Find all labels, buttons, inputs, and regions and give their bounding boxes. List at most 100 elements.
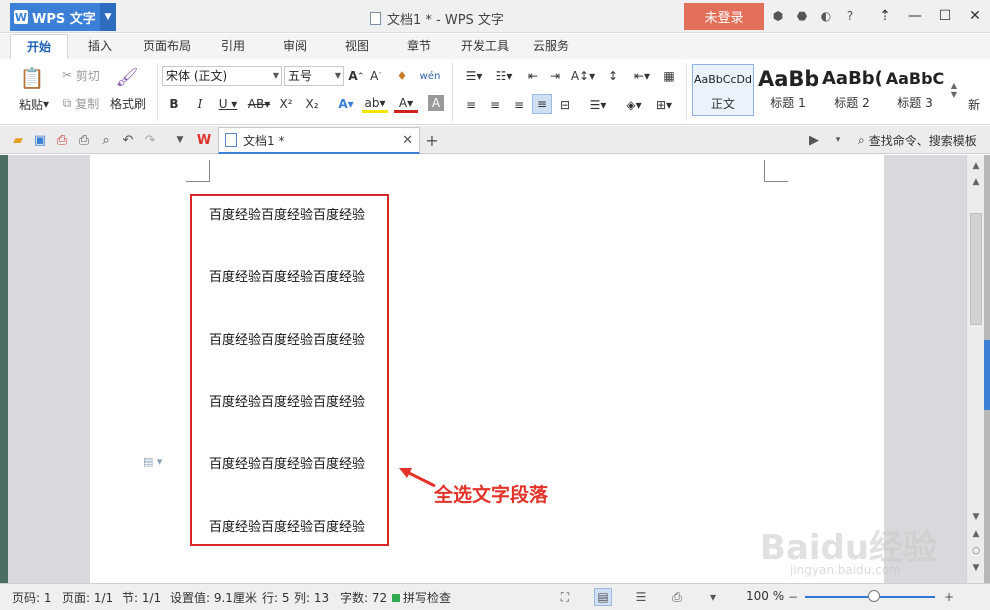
print-icon[interactable]: ⎙	[76, 132, 92, 148]
pinyin-guide-icon[interactable]: wén	[418, 65, 442, 87]
strikethrough-icon[interactable]: AB▾	[244, 95, 274, 113]
export-pdf-icon[interactable]: ⎙	[54, 132, 70, 148]
shrink-font-icon[interactable]: Aˇ	[368, 67, 384, 85]
minimize-button[interactable]: —	[900, 3, 930, 29]
clear-format-icon[interactable]: ♦	[394, 67, 410, 85]
decrease-indent-icon[interactable]: ⇤	[524, 67, 542, 85]
sort-icon[interactable]: ↕	[604, 67, 622, 85]
distribute-icon[interactable]: ⊟	[556, 96, 574, 114]
feedback-icon[interactable]: ◐	[816, 6, 836, 26]
scroll-up-icon[interactable]: ▲	[967, 159, 985, 173]
maximize-button[interactable]: ☐	[930, 3, 960, 29]
tab-document[interactable]: 文档1 * ✕	[218, 127, 420, 154]
status-setting[interactable]: 设置值: 9.1厘米	[170, 589, 257, 606]
justify-icon[interactable]: ≡	[532, 94, 552, 114]
style-heading-1[interactable]: AaBb 标题 1	[758, 64, 818, 116]
tab-page-layout[interactable]: 页面布局	[136, 34, 198, 59]
upload-icon[interactable]: ⇡	[870, 3, 900, 29]
cut-button[interactable]: ✂ 剪切	[58, 66, 104, 84]
document-line[interactable]: 百度经验百度经验百度经验	[209, 391, 365, 410]
app-menu-button[interactable]: W WPS 文字 ▼	[10, 3, 116, 31]
document-line[interactable]: 百度经验百度经验百度经验	[209, 516, 365, 535]
spell-check-button[interactable]: 拼写检查	[392, 589, 451, 606]
paragraph-menu-icon[interactable]: ▤ ▾	[143, 455, 162, 468]
tab-review[interactable]: 审阅	[270, 34, 320, 59]
style-normal[interactable]: AaBbCcDd 正文	[692, 64, 754, 116]
collapse-ribbon-icon[interactable]: ▾	[830, 132, 846, 148]
save-icon[interactable]: ▣	[32, 132, 48, 148]
chevron-down-icon[interactable]: ▼	[100, 3, 116, 31]
close-button[interactable]: ✕	[960, 3, 990, 29]
italic-icon[interactable]: I	[192, 95, 208, 113]
outline-view-icon[interactable]: ☰	[632, 588, 650, 606]
highlight-icon[interactable]: ab▾	[362, 95, 388, 113]
web-view-icon[interactable]: ⎙	[668, 588, 686, 606]
underline-icon[interactable]: U ▾	[214, 95, 242, 113]
command-search[interactable]: ⌕ 查找命令、搜索模板	[858, 132, 977, 149]
increase-indent-icon[interactable]: ⇥	[546, 67, 564, 85]
grow-font-icon[interactable]: A ^	[348, 67, 364, 85]
char-scale-icon[interactable]: A↕▾	[570, 67, 596, 85]
tab-insert[interactable]: 插入	[74, 34, 126, 59]
tab-references[interactable]: 引用	[208, 34, 258, 59]
fullscreen-icon[interactable]: ⛶	[556, 588, 574, 606]
font-color-icon[interactable]: A▾	[394, 95, 418, 113]
scroll-down-icon[interactable]: ▼	[967, 510, 985, 524]
close-tab-icon[interactable]: ✕	[402, 133, 413, 148]
format-painter-button[interactable]: 格式刷	[108, 94, 148, 112]
undo-icon[interactable]: ↶	[120, 132, 136, 148]
shading-icon[interactable]: ◈▾	[620, 96, 648, 114]
numbering-icon[interactable]: ☷▾	[490, 67, 518, 85]
bold-icon[interactable]: B	[166, 95, 182, 113]
skin-icon[interactable]: ⬢	[768, 6, 788, 26]
next-page-icon[interactable]: ▼	[967, 561, 985, 575]
document-line[interactable]: 百度经验百度经验百度经验	[209, 329, 365, 348]
brush-icon[interactable]: 🖌	[112, 65, 142, 89]
wps-home-icon[interactable]: W	[196, 132, 212, 148]
new-style-button[interactable]: 新	[964, 95, 984, 113]
document-line[interactable]: 百度经验百度经验百度经验	[209, 204, 365, 223]
tab-home[interactable]: 开始	[10, 34, 68, 59]
zoom-slider-handle[interactable]	[868, 590, 880, 602]
scrollbar-thumb[interactable]	[970, 213, 982, 325]
login-button[interactable]: 未登录	[684, 3, 764, 30]
character-shading-icon[interactable]: A	[428, 95, 444, 111]
customize-toolbar-icon[interactable]: ▼	[172, 132, 188, 148]
zoom-out-icon[interactable]: −	[784, 588, 802, 606]
tab-developer[interactable]: 开发工具	[454, 34, 516, 59]
document-line[interactable]: 百度经验百度经验百度经验	[209, 266, 365, 285]
open-icon[interactable]: ▰	[10, 132, 26, 148]
status-word-count[interactable]: 字数: 72	[340, 589, 387, 606]
document-line[interactable]: 百度经验百度经验百度经验	[209, 453, 365, 472]
vertical-scrollbar[interactable]: ▲ ▲ ▼ ▲ ○ ▼	[966, 155, 984, 583]
text-effect-icon[interactable]: A▾	[334, 95, 358, 113]
align-center-icon[interactable]: ≡	[486, 96, 504, 114]
settings-icon[interactable]: ⬣	[792, 6, 812, 26]
paste-button[interactable]: 粘贴 ▾	[14, 95, 54, 113]
tab-chapter[interactable]: 章节	[394, 34, 444, 59]
show-marks-icon[interactable]: ⇤▾	[628, 67, 656, 85]
presentation-icon[interactable]: ▶	[806, 132, 822, 148]
new-tab-icon[interactable]: +	[424, 131, 440, 150]
borders-icon[interactable]: ⊞▾	[650, 96, 678, 114]
copy-button[interactable]: ⧉ 复制	[58, 94, 104, 112]
scroll-up-icon[interactable]: ▲	[967, 175, 985, 189]
page-view-icon[interactable]: ▤	[594, 588, 612, 606]
align-right-icon[interactable]: ≡	[510, 96, 528, 114]
reading-mode-icon[interactable]: ▾	[704, 588, 722, 606]
superscript-icon[interactable]: X²	[276, 95, 296, 113]
subscript-icon[interactable]: X₂	[302, 95, 322, 113]
zoom-level[interactable]: 100 %	[746, 589, 784, 603]
font-name-select[interactable]: 宋体 (正文) ▼	[162, 66, 282, 86]
paste-icon[interactable]: 📋	[18, 65, 46, 91]
align-left-icon[interactable]: ≡	[462, 96, 480, 114]
font-size-select[interactable]: 五号 ▼	[284, 66, 344, 86]
help-icon[interactable]: ?	[840, 6, 860, 26]
tab-view[interactable]: 视图	[332, 34, 382, 59]
table-icon[interactable]: ▦	[660, 67, 678, 85]
select-browse-icon[interactable]: ○	[967, 544, 985, 558]
line-spacing-icon[interactable]: ☰▾	[584, 96, 612, 114]
styles-scroll[interactable]: ▲ ▼	[948, 64, 960, 116]
print-preview-icon[interactable]: ⌕	[98, 132, 114, 148]
prev-page-icon[interactable]: ▲	[967, 527, 985, 541]
